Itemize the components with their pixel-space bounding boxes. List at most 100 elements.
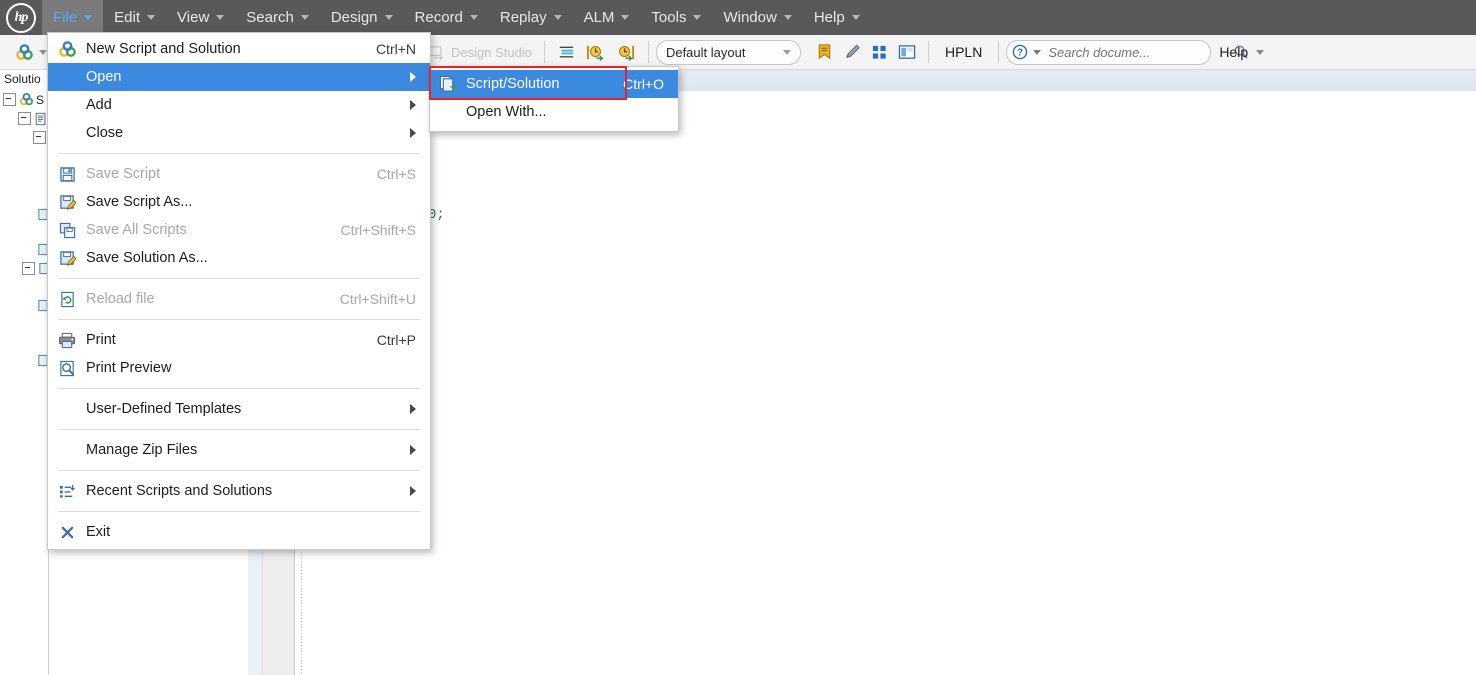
submenu-item-shortcut: Ctrl+O bbox=[623, 76, 664, 92]
design-studio-icon bbox=[429, 44, 446, 61]
chevron-down-icon bbox=[84, 15, 93, 20]
search-input[interactable] bbox=[1046, 43, 1229, 61]
menu-item-add[interactable]: Add bbox=[48, 91, 430, 119]
menu-item-user-defined-templates[interactable]: User-Defined Templates bbox=[48, 395, 430, 423]
menu-edit[interactable]: Edit bbox=[103, 0, 166, 35]
design-studio-button[interactable]: Design Studio bbox=[424, 42, 537, 63]
script-editor[interactable]: 0; bbox=[248, 91, 1476, 675]
submenu-item-label: Open With... bbox=[466, 104, 547, 120]
exit-icon bbox=[48, 525, 86, 540]
menu-search-label: Search bbox=[246, 9, 294, 26]
collapse-icon[interactable] bbox=[3, 93, 16, 106]
chevron-down-icon bbox=[553, 15, 562, 20]
bookmark-button[interactable] bbox=[811, 41, 838, 64]
new-script-solution-icon bbox=[15, 43, 34, 62]
panel-layout-button[interactable] bbox=[893, 42, 921, 63]
menu-item-shortcut: Ctrl+S bbox=[376, 166, 416, 182]
menu-item-new-script-and-solution[interactable]: New Script and Solution Ctrl+N bbox=[48, 35, 430, 63]
menu-item-print-preview[interactable]: Print Preview bbox=[48, 354, 430, 382]
hp-logo-text: hp bbox=[6, 2, 36, 33]
highlighter-button[interactable] bbox=[838, 41, 866, 63]
solution-explorer-panel: Solutio S bbox=[0, 70, 49, 675]
collapse-icon[interactable] bbox=[33, 131, 46, 144]
layout-select[interactable]: Default layout bbox=[655, 39, 801, 65]
chevron-right-icon bbox=[410, 445, 416, 455]
menu-item-recent-scripts-and-solutions[interactable]: Recent Scripts and Solutions bbox=[48, 477, 430, 505]
menu-separator bbox=[58, 470, 420, 471]
menu-item-close[interactable]: Close bbox=[48, 119, 430, 147]
menu-item-save-script[interactable]: Save Script Ctrl+S bbox=[48, 160, 430, 188]
menu-record[interactable]: Record bbox=[404, 0, 489, 35]
help-dropdown[interactable]: Help bbox=[1211, 44, 1272, 60]
tree-node-solution[interactable]: S bbox=[0, 90, 48, 109]
save-solution-as-icon bbox=[48, 250, 86, 267]
menu-item-save-script-as[interactable]: Save Script As... bbox=[48, 188, 430, 216]
menu-item-label: Reload file bbox=[86, 291, 155, 307]
menu-item-manage-zip-files[interactable]: Manage Zip Files bbox=[48, 436, 430, 464]
chevron-down-icon[interactable] bbox=[1033, 49, 1042, 55]
new-script-solution-icon bbox=[48, 40, 86, 59]
menu-search[interactable]: Search bbox=[235, 0, 320, 35]
open-script-solution-icon bbox=[430, 75, 466, 93]
collapse-icon[interactable] bbox=[18, 112, 31, 125]
submenu-item-open-with[interactable]: Open With... bbox=[430, 98, 678, 126]
menu-item-shortcut: Ctrl+Shift+S bbox=[340, 222, 416, 238]
end-transaction-button[interactable] bbox=[611, 41, 641, 64]
chevron-down-icon bbox=[851, 15, 860, 20]
menu-help[interactable]: Help bbox=[803, 0, 871, 35]
tree-node-leaf[interactable] bbox=[0, 296, 48, 315]
menu-item-open[interactable]: Open bbox=[48, 63, 430, 91]
layout-select-value: Default layout bbox=[665, 44, 746, 60]
design-studio-label: Design Studio bbox=[451, 44, 532, 60]
menu-item-label: Print bbox=[86, 332, 116, 348]
menu-tools-label: Tools bbox=[651, 9, 687, 26]
grid-icon bbox=[871, 44, 888, 61]
tree-node-leaf[interactable] bbox=[0, 205, 48, 224]
panel-layout-icon bbox=[898, 44, 916, 61]
chevron-down-icon bbox=[469, 15, 478, 20]
runtime-settings-button[interactable] bbox=[552, 41, 581, 64]
menu-item-save-all-scripts[interactable]: Save All Scripts Ctrl+Shift+S bbox=[48, 216, 430, 244]
chevron-right-icon bbox=[410, 404, 416, 414]
menu-item-label: User-Defined Templates bbox=[86, 401, 242, 417]
chevron-down-icon bbox=[39, 49, 47, 55]
menu-view-label: View bbox=[177, 9, 210, 26]
new-solution-toolbar-button[interactable] bbox=[10, 41, 52, 64]
hpln-label[interactable]: HPLN bbox=[936, 44, 991, 60]
menu-tools[interactable]: Tools bbox=[640, 0, 712, 35]
tree-node-group[interactable] bbox=[0, 128, 48, 147]
chevron-right-icon bbox=[410, 72, 416, 82]
menu-item-label: Close bbox=[86, 125, 124, 141]
menu-alm[interactable]: ALM bbox=[573, 0, 641, 35]
collapse-icon[interactable] bbox=[22, 262, 35, 275]
menu-item-reload-file[interactable]: Reload file Ctrl+Shift+U bbox=[48, 285, 430, 313]
tree-node-leaf[interactable] bbox=[0, 240, 48, 259]
menu-item-exit[interactable]: Exit bbox=[48, 518, 430, 546]
menu-item-print[interactable]: Print Ctrl+P bbox=[48, 326, 430, 354]
tree-node-script[interactable] bbox=[0, 109, 48, 128]
save-as-icon bbox=[48, 194, 86, 211]
svg-text:?: ? bbox=[1017, 48, 1023, 59]
toolbar-divider bbox=[927, 41, 929, 63]
menu-design[interactable]: Design bbox=[320, 0, 404, 35]
tree-node-group-2[interactable] bbox=[0, 259, 48, 278]
print-icon bbox=[48, 332, 86, 349]
menu-window-label: Window bbox=[723, 9, 777, 26]
menu-file[interactable]: File bbox=[42, 0, 104, 35]
menu-window[interactable]: Window bbox=[712, 0, 802, 35]
menu-item-label: Exit bbox=[86, 524, 111, 540]
tree-node-leaf[interactable] bbox=[0, 351, 48, 370]
menu-view[interactable]: View bbox=[166, 0, 235, 35]
file-menu-dropdown: New Script and Solution Ctrl+N Open Add … bbox=[47, 32, 431, 550]
recent-list-icon bbox=[48, 484, 86, 499]
start-transaction-button[interactable] bbox=[581, 41, 611, 64]
chevron-down-icon bbox=[621, 15, 630, 20]
search-documentation-box[interactable]: ? bbox=[1006, 39, 1248, 65]
menu-replay[interactable]: Replay bbox=[489, 0, 573, 35]
submenu-item-script-solution[interactable]: Script/Solution Ctrl+O bbox=[430, 70, 678, 98]
menu-item-save-solution-as[interactable]: Save Solution As... bbox=[48, 244, 430, 272]
grid-view-button[interactable] bbox=[866, 42, 893, 63]
menu-item-label: Save Script bbox=[86, 166, 161, 182]
chevron-down-icon bbox=[384, 15, 393, 20]
menu-bar: hp File Edit View Search Design Record R… bbox=[0, 0, 1476, 35]
